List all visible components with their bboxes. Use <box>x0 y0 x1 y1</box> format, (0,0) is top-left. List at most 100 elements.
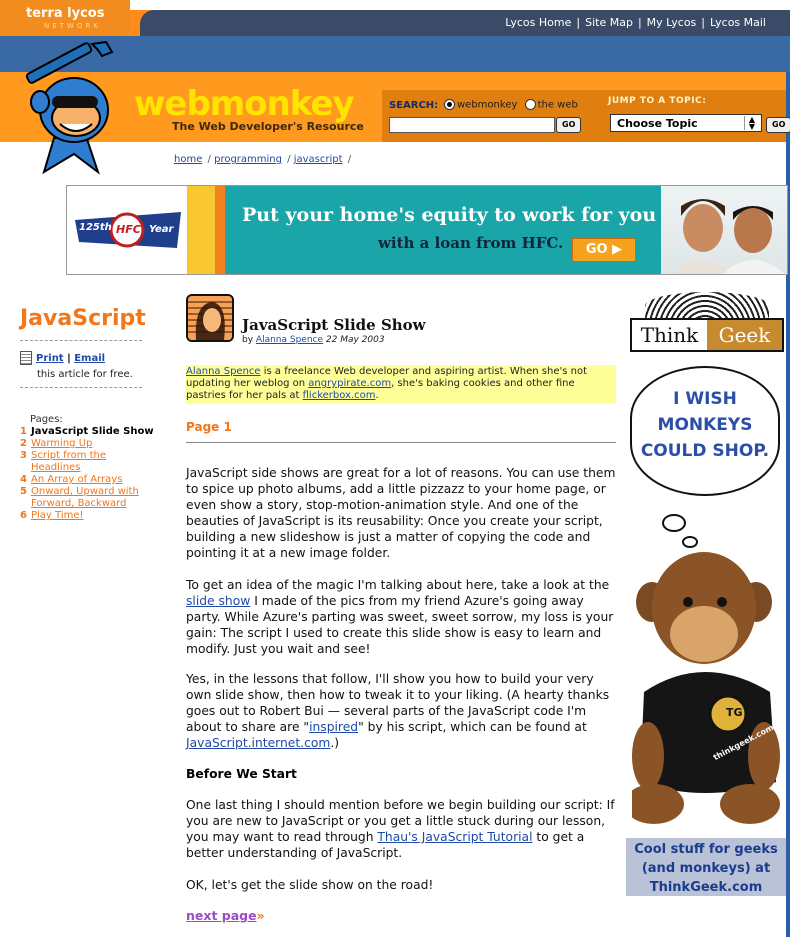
lycos-home-link[interactable]: Lycos Home <box>505 16 571 29</box>
angrypirate-link[interactable]: angrypirate.com <box>308 378 391 389</box>
my-lycos-link[interactable]: My Lycos <box>647 16 697 29</box>
site-subtitle: The Web Developer's Resource <box>172 120 364 133</box>
author-bio: Alanna Spence is a freelance Web develop… <box>186 365 616 404</box>
search-go-button[interactable]: GO <box>556 117 582 133</box>
ad-badge-125th: 125th <box>79 222 112 233</box>
page-link-array-of-arrays[interactable]: An Array of Arrays <box>31 474 122 486</box>
byline-prefix: by <box>242 335 254 345</box>
paragraph-4: One last thing I should mention before w… <box>186 797 618 861</box>
search-input[interactable] <box>389 117 555 133</box>
page-link-script-from-headlines[interactable]: Script from the Headlines <box>31 450 123 474</box>
breadcrumb: home / programming / javascript / <box>174 154 352 165</box>
logo-think: Think <box>632 320 707 350</box>
page-number: 3 <box>20 450 27 461</box>
topic-go-button[interactable]: GO <box>766 117 790 133</box>
print-icon[interactable] <box>20 351 32 365</box>
divider <box>20 340 142 341</box>
article-byline: by Alanna Spence 22 May 2003 <box>242 335 385 345</box>
breadcrumb-javascript[interactable]: javascript <box>294 154 343 165</box>
flickerbox-link[interactable]: flickerbox.com <box>303 390 376 401</box>
ad-subline: with a loan from HFC. <box>378 234 564 252</box>
lycos-mail-link[interactable]: Lycos Mail <box>710 16 766 29</box>
thinkgeek-logo: Think Geek <box>630 318 784 352</box>
paragraph-3: Yes, in the lessons that follow, I'll sh… <box>186 671 618 751</box>
breadcrumb-home[interactable]: home <box>174 154 202 165</box>
javascript-internet-link[interactable]: JavaScript.internet.com <box>186 736 330 750</box>
page-number: 4 <box>20 474 27 485</box>
next-page-link[interactable]: next page <box>186 908 257 923</box>
hfc-ad-banner[interactable]: 125th HFC Year Put your home's equity to… <box>66 185 788 275</box>
page-link-play-time[interactable]: Play Time! <box>31 510 84 522</box>
email-link[interactable]: Email <box>74 353 105 364</box>
play-arrow-icon: ▶ <box>612 242 623 257</box>
brain-icon <box>645 292 769 320</box>
next-page: next page» <box>186 908 265 923</box>
paragraph-5: OK, let's get the slide show on the road… <box>186 878 434 892</box>
slide-show-link[interactable]: slide show <box>186 594 250 608</box>
article-title: JavaScript Slide Show <box>242 316 426 334</box>
list-item: 3 Script from the Headlines <box>20 450 160 474</box>
network-label: NETWORK <box>44 22 101 30</box>
site-title[interactable]: webmonkey <box>134 84 355 124</box>
monkey-plush-image: TG thinkgeek.com <box>624 542 782 838</box>
topic-select[interactable]: Choose Topic ▲ ▼ <box>610 114 762 132</box>
monkey-mascot-logo[interactable] <box>14 40 126 180</box>
page-link-onward-upward[interactable]: Onward, Upward with Forward, Backward <box>31 486 149 510</box>
hfc-125th-year-logo: 125th HFC Year <box>73 208 183 256</box>
ad-yellow-stripe <box>187 186 215 274</box>
ad-go-button[interactable]: GO ▶ <box>572 238 636 262</box>
ad-badge-year: Year <box>149 224 174 235</box>
inspired-link[interactable]: inspired <box>309 720 358 734</box>
page-number: 1 <box>20 426 27 437</box>
paragraph-text: " by his script, which can be found at <box>358 720 587 734</box>
radio-the-web[interactable] <box>524 99 536 110</box>
double-arrow-icon: » <box>256 908 265 923</box>
list-item: 1 JavaScript Slide Show <box>20 426 160 438</box>
section-title: JavaScript <box>20 306 146 331</box>
thinkgeek-ad[interactable]: Think Geek I WISH MONKEYS COULD SHOP. TG… <box>624 292 786 896</box>
ad-hfc-logo-text: HFC <box>116 223 141 236</box>
free-article-note: this article for free. <box>37 369 133 380</box>
radio-the-web-label[interactable]: the web <box>538 100 578 111</box>
paragraph-text: .) <box>330 736 340 750</box>
ad-go-label: GO <box>585 242 608 257</box>
current-page-label: JavaScript Slide Show <box>31 426 154 437</box>
article-date: 22 May 2003 <box>325 335 385 345</box>
jump-to-topic-label: JUMP TO A TOPIC: <box>608 96 707 106</box>
page-number: 2 <box>20 438 27 449</box>
bio-author-link[interactable]: Alanna Spence <box>186 366 261 377</box>
paragraph-text: To get an idea of the magic I'm talking … <box>186 578 610 592</box>
radio-webmonkey-label[interactable]: webmonkey <box>457 100 517 111</box>
author-avatar <box>186 294 234 342</box>
list-item: 5 Onward, Upward with Forward, Backward <box>20 486 160 510</box>
pages-label: Pages: <box>30 414 63 425</box>
divider <box>186 442 616 443</box>
thinkgeek-tagline: Cool stuff for geeks (and monkeys) at Th… <box>626 838 786 896</box>
list-item: 2 Warming Up <box>20 438 160 450</box>
thought-cloud-dot <box>662 514 686 532</box>
author-link[interactable]: Alanna Spence <box>256 335 323 345</box>
thau-tutorial-link[interactable]: Thau's JavaScript Tutorial <box>377 830 532 844</box>
topic-select-value: Choose Topic <box>617 117 698 130</box>
site-map-link[interactable]: Site Map <box>585 16 633 29</box>
divider <box>20 387 142 388</box>
page-link-warming-up[interactable]: Warming Up <box>31 438 92 450</box>
lycos-network-links: Lycos Home | Site Map | My Lycos | Lycos Mail <box>505 16 766 29</box>
list-item: 4 An Array of Arrays <box>20 474 160 486</box>
subheading: Before We Start <box>186 767 297 781</box>
bio-text: . <box>375 390 379 401</box>
print-link[interactable]: Print <box>36 353 64 364</box>
logo-geek: Geek <box>707 320 782 350</box>
ad-orange-stripe <box>215 186 225 274</box>
print-email-tools: Print | Email <box>20 351 105 365</box>
page-number: 6 <box>20 510 27 521</box>
lycos-top-bar: terra lycos NETWORK Lycos Home | Site Map |… <box>0 0 790 36</box>
radio-webmonkey[interactable] <box>444 99 455 110</box>
search-scope-options: webmonkey the web <box>440 99 578 111</box>
terra-lycos-logo[interactable]: terra lycos <box>26 6 104 21</box>
ad-couple-photo <box>661 186 787 274</box>
paragraph-1: JavaScript side shows are great for a lo… <box>186 466 616 560</box>
thought-bubble-text: I WISH MONKEYS COULD SHOP. <box>640 389 770 461</box>
breadcrumb-programming[interactable]: programming <box>214 154 282 165</box>
paragraph-2: To get an idea of the magic I'm talking … <box>186 577 618 657</box>
